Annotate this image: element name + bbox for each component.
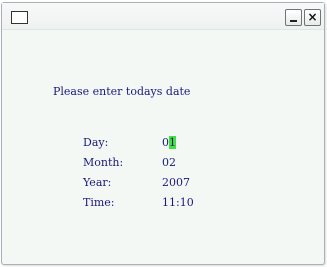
text-cursor: 1: [169, 136, 176, 149]
title-bar[interactable]: ×: [2, 3, 324, 30]
app-window: × Please enter todays date Day: 01 Month…: [1, 2, 325, 265]
close-icon: ×: [307, 10, 318, 24]
year-field[interactable]: 2007: [162, 176, 190, 189]
content-area: Please enter todays date Day: 01 Month: …: [2, 30, 324, 264]
year-label: Year:: [83, 176, 112, 189]
prompt-text: Please enter todays date: [53, 85, 191, 98]
minimize-icon: [290, 20, 297, 22]
close-button[interactable]: ×: [304, 9, 321, 26]
minimize-button[interactable]: [285, 9, 302, 26]
month-field[interactable]: 02: [162, 156, 176, 169]
month-label: Month:: [83, 156, 124, 169]
time-label: Time:: [83, 196, 115, 209]
day-label: Day:: [83, 136, 109, 149]
day-field[interactable]: 01: [162, 136, 176, 149]
window-icon[interactable]: [11, 11, 28, 24]
time-field[interactable]: 11:10: [162, 196, 194, 209]
day-value-prefix: 0: [162, 136, 169, 149]
